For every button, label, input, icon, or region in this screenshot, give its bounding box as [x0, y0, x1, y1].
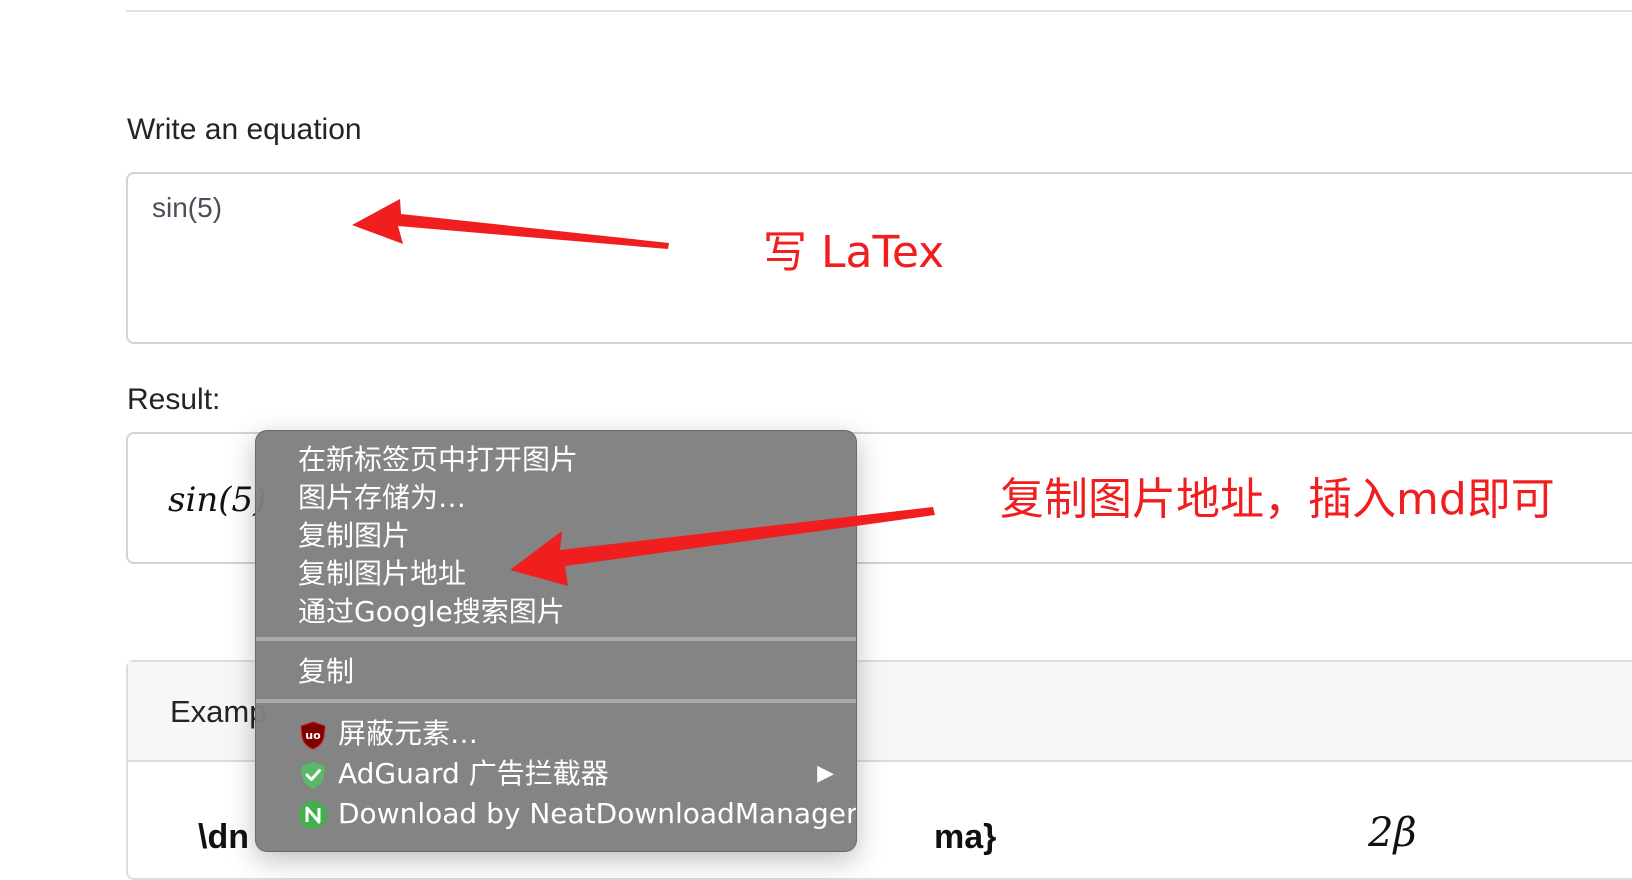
menu-item-label: Download by NeatDownloadManager — [338, 797, 857, 830]
example-code-left: \dn — [198, 818, 249, 856]
annotation-copy-address: 复制图片地址，插入md即可 — [1000, 474, 1555, 525]
menu-item-label: 在新标签页中打开图片 — [298, 443, 579, 476]
menu-item-block-element[interactable]: uo 屏蔽元素… — [256, 715, 856, 753]
svg-text:uo: uo — [305, 729, 321, 742]
menu-item-label: AdGuard 广告拦截器 — [338, 757, 609, 790]
menu-item-label: 复制图片 — [298, 519, 411, 552]
menu-item-label: 复制 — [298, 655, 355, 688]
menu-item-open-image-new-tab[interactable]: 在新标签页中打开图片 — [256, 441, 856, 479]
menu-item-copy-image-address[interactable]: 复制图片地址 — [256, 555, 856, 593]
context-menu: 在新标签页中打开图片 图片存储为… 复制图片 复制图片地址 通过Google搜索… — [255, 430, 857, 852]
menu-item-adguard[interactable]: AdGuard 广告拦截器 ▶ — [256, 755, 856, 793]
result-label: Result: — [127, 383, 221, 416]
result-rendered-image[interactable]: sin(5) — [168, 480, 266, 520]
example-code-right: ma} — [934, 818, 997, 856]
menu-item-copy[interactable]: 复制 — [256, 653, 856, 691]
menu-item-neat-download[interactable]: Download by NeatDownloadManager — [256, 795, 856, 833]
menu-item-search-google-image[interactable]: 通过Google搜索图片 — [256, 593, 856, 631]
equation-input-value[interactable]: sin(5) — [152, 192, 222, 224]
ublock-shield-icon: uo — [300, 721, 326, 750]
top-divider — [126, 10, 1632, 12]
menu-item-save-image-as[interactable]: 图片存储为… — [256, 479, 856, 517]
neat-download-manager-icon — [299, 801, 327, 829]
menu-item-label: 屏蔽元素… — [338, 717, 479, 750]
submenu-arrow-icon: ▶ — [817, 761, 834, 786]
equation-label: Write an equation — [127, 113, 362, 146]
menu-separator — [256, 699, 856, 703]
menu-item-label: 复制图片地址 — [298, 557, 467, 590]
example-math-render: 2β — [1368, 810, 1417, 856]
examples-title: Examp — [170, 694, 267, 729]
menu-item-copy-image[interactable]: 复制图片 — [256, 517, 856, 555]
menu-separator — [256, 637, 856, 641]
menu-item-label: 通过Google搜索图片 — [298, 595, 565, 628]
annotation-write-latex: 写 LaTex — [763, 227, 945, 278]
adguard-shield-icon — [301, 762, 325, 789]
menu-item-label: 图片存储为… — [298, 481, 467, 514]
